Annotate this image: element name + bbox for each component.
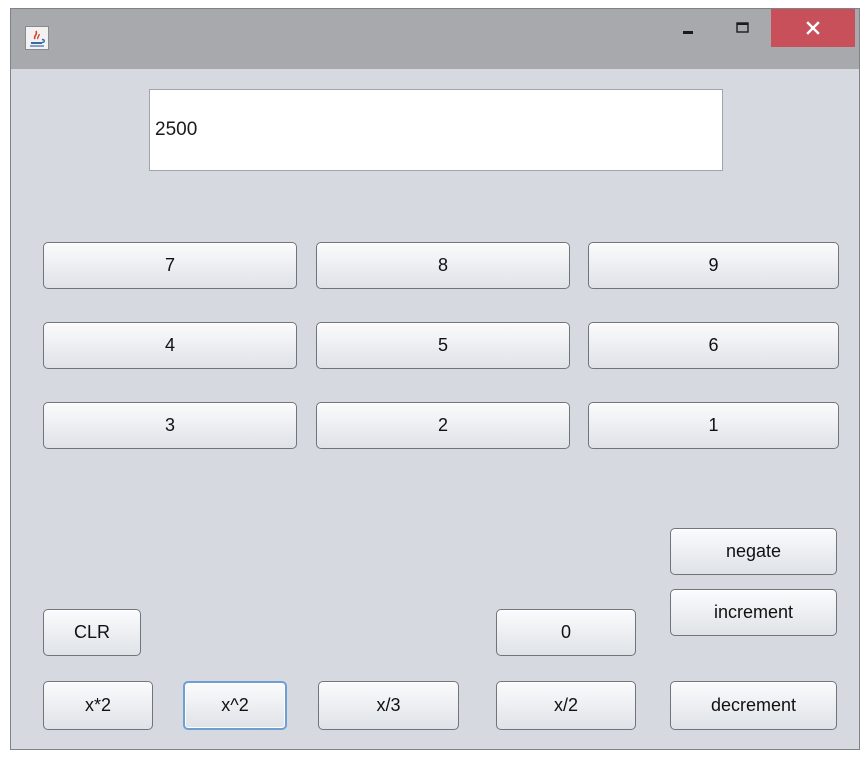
- key-6-button[interactable]: 6: [588, 322, 839, 369]
- close-icon: [806, 21, 820, 35]
- display-value: 2500: [155, 119, 198, 140]
- clear-button[interactable]: CLR: [43, 609, 141, 656]
- maximize-button[interactable]: [721, 9, 765, 47]
- divide-two-button[interactable]: x/2: [496, 681, 636, 730]
- key-1-button[interactable]: 1: [588, 402, 839, 449]
- key-5-button[interactable]: 5: [316, 322, 570, 369]
- increment-button[interactable]: increment: [670, 589, 837, 636]
- times-two-button[interactable]: x*2: [43, 681, 153, 730]
- java-app-icon: [25, 26, 49, 50]
- key-0-button[interactable]: 0: [496, 609, 636, 656]
- minimize-button[interactable]: [667, 9, 711, 47]
- key-4-button[interactable]: 4: [43, 322, 297, 369]
- key-2-button[interactable]: 2: [316, 402, 570, 449]
- square-button[interactable]: x^2: [183, 681, 287, 730]
- display-field[interactable]: 2500: [149, 89, 723, 171]
- close-button[interactable]: [771, 9, 855, 47]
- divide-three-button[interactable]: x/3: [318, 681, 459, 730]
- decrement-button[interactable]: decrement: [670, 681, 837, 730]
- key-3-button[interactable]: 3: [43, 402, 297, 449]
- key-8-button[interactable]: 8: [316, 242, 570, 289]
- title-bar[interactable]: [11, 9, 859, 69]
- minimize-icon: [683, 31, 693, 34]
- maximize-icon: [736, 22, 749, 33]
- negate-button[interactable]: negate: [670, 528, 837, 575]
- key-9-button[interactable]: 9: [588, 242, 839, 289]
- calculator-panel: 2500 7 8 9 4 5 6 3 2 1 negate increment …: [11, 69, 859, 749]
- calculator-window: 2500 7 8 9 4 5 6 3 2 1 negate increment …: [10, 8, 860, 750]
- key-7-button[interactable]: 7: [43, 242, 297, 289]
